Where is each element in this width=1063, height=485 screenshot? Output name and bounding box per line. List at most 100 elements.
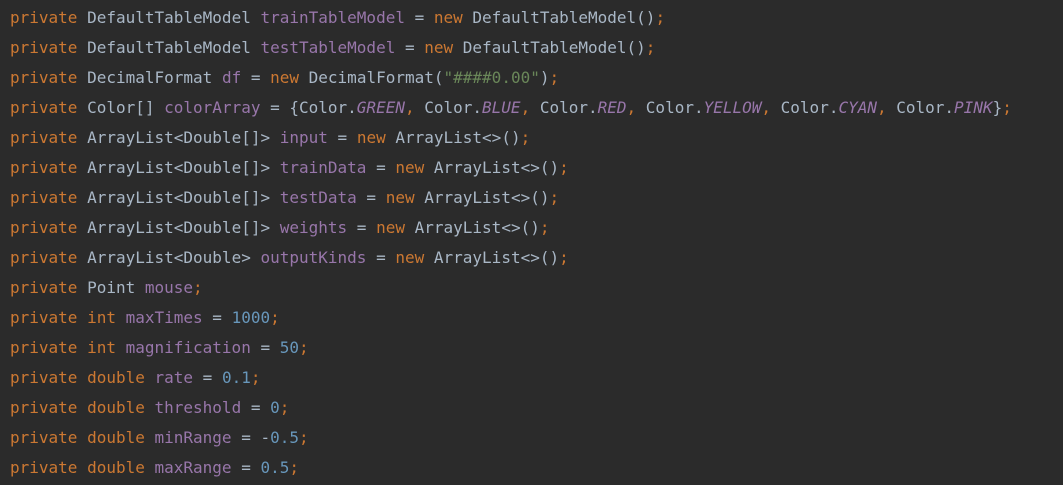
keyword-token: private xyxy=(10,128,78,147)
keyword-token: private int xyxy=(10,308,126,327)
code-text-token: DefaultTableModel xyxy=(77,38,261,57)
code-text-token: = xyxy=(347,218,377,237)
field-name-token: df xyxy=(221,68,242,87)
keyword-token: private double xyxy=(10,368,155,387)
code-line[interactable]: private ArrayList<Double[]> weights = ne… xyxy=(10,213,1063,243)
keyword-token: private xyxy=(10,218,78,237)
code-line[interactable]: private Point mouse; xyxy=(10,273,1063,303)
code-text-token: DecimalFormat xyxy=(77,68,222,87)
field-name-token: input xyxy=(279,128,328,147)
code-text-token: = xyxy=(241,398,271,417)
keyword-token: private double xyxy=(10,398,155,417)
keyword-token: private int xyxy=(10,338,126,357)
code-text-token: DefaultTableModel() xyxy=(453,38,646,57)
code-line[interactable]: private Color[] colorArray = {Color.GREE… xyxy=(10,93,1063,123)
code-text-token: ArrayList<>() xyxy=(385,128,521,147)
field-name-token: maxTimes xyxy=(125,308,203,327)
code-text-token: = xyxy=(250,338,280,357)
static-constant-token: GREEN xyxy=(356,98,405,117)
field-name-token: trainTableModel xyxy=(260,8,405,27)
code-line[interactable]: private double maxRange = 0.5; xyxy=(10,453,1063,483)
code-text-token: DecimalFormat( xyxy=(299,68,444,87)
code-line[interactable]: private int maxTimes = 1000; xyxy=(10,303,1063,333)
field-name-token: threshold xyxy=(154,398,242,417)
code-line[interactable]: private DecimalFormat df = new DecimalFo… xyxy=(10,63,1063,93)
punctuation-token: ; xyxy=(539,218,550,237)
code-line[interactable]: private ArrayList<Double[]> testData = n… xyxy=(10,183,1063,213)
code-text-token: Color. xyxy=(780,98,839,117)
code-text-token: DefaultTableModel() xyxy=(462,8,656,27)
code-line[interactable]: private DefaultTableModel trainTableMode… xyxy=(10,3,1063,33)
number-literal-token: 1000 xyxy=(231,308,271,327)
field-name-token: testData xyxy=(279,188,357,207)
punctuation-token: ; xyxy=(289,458,300,477)
keyword-token: new xyxy=(270,68,300,87)
code-text-token: Point xyxy=(77,278,145,297)
field-name-token: mouse xyxy=(144,278,194,297)
keyword-token: new xyxy=(395,158,425,177)
keyword-token: private xyxy=(10,248,78,267)
punctuation-token: ; xyxy=(250,368,261,387)
punctuation-token: ; xyxy=(193,278,203,297)
code-text-token: = xyxy=(366,248,396,267)
punctuation-token: ; xyxy=(279,398,290,417)
punctuation-token: ; xyxy=(549,188,560,207)
number-literal-token: 0 xyxy=(270,398,280,417)
keyword-token: new xyxy=(356,128,386,147)
punctuation-token: ; xyxy=(645,38,656,57)
code-text-token: ArrayList<Double[]> xyxy=(77,218,280,237)
keyword-token: private xyxy=(10,38,78,57)
punctuation-token: ; xyxy=(559,248,569,267)
punctuation-token: ; xyxy=(299,338,309,357)
code-text-token: = {Color. xyxy=(260,98,357,117)
code-text-token: Color. xyxy=(424,98,483,117)
keyword-token: new xyxy=(395,248,425,267)
code-text-token: DefaultTableModel xyxy=(77,8,261,27)
keyword-token: private xyxy=(10,278,78,297)
number-literal-token: 0.5 xyxy=(260,458,290,477)
keyword-token: private double xyxy=(10,428,155,447)
punctuation-token: ; xyxy=(549,68,560,87)
punctuation-token: , xyxy=(761,98,781,117)
code-text-token: ArrayList<Double[]> xyxy=(77,158,280,177)
code-text-token: Color. xyxy=(645,98,704,117)
code-text-token: ArrayList<Double[]> xyxy=(77,128,280,147)
keyword-token: new xyxy=(424,38,454,57)
code-text-token: = xyxy=(366,158,396,177)
number-literal-token: 50 xyxy=(279,338,299,357)
static-constant-token: BLUE xyxy=(482,98,521,117)
code-text-token: ArrayList<>() xyxy=(424,248,560,267)
static-constant-token: CYAN xyxy=(838,98,877,117)
static-constant-token: RED xyxy=(597,98,627,117)
code-text-token: Color. xyxy=(539,98,598,117)
code-line[interactable]: private ArrayList<Double[]> trainData = … xyxy=(10,153,1063,183)
code-line[interactable]: private double rate = 0.1; xyxy=(10,363,1063,393)
code-line[interactable]: private double minRange = -0.5; xyxy=(10,423,1063,453)
code-text-token: } xyxy=(992,98,1003,117)
keyword-token: new xyxy=(385,188,415,207)
static-constant-token: YELLOW xyxy=(703,98,762,117)
code-editor[interactable]: private DefaultTableModel trainTableMode… xyxy=(0,0,1063,485)
code-line[interactable]: private int magnification = 50; xyxy=(10,333,1063,363)
code-line[interactable]: private ArrayList<Double[]> input = new … xyxy=(10,123,1063,153)
code-line[interactable]: private ArrayList<Double> outputKinds = … xyxy=(10,243,1063,273)
punctuation-token: ; xyxy=(1002,98,1012,117)
string-literal-token: "####0.00" xyxy=(443,68,540,87)
field-name-token: rate xyxy=(154,368,194,387)
code-line[interactable]: private DefaultTableModel testTableModel… xyxy=(10,33,1063,63)
punctuation-token: , xyxy=(404,98,425,117)
number-literal-token: 0.1 xyxy=(221,368,251,387)
field-name-token: outputKinds xyxy=(260,248,367,267)
code-text-token: Color[] xyxy=(77,98,165,117)
code-line[interactable]: private double threshold = 0; xyxy=(10,393,1063,423)
code-text-token: ArrayList<Double[]> xyxy=(77,188,280,207)
keyword-token: private xyxy=(10,188,78,207)
code-text-token: = xyxy=(404,8,434,27)
keyword-token: new xyxy=(433,8,463,27)
punctuation-token: , xyxy=(876,98,897,117)
code-text-token: = xyxy=(193,368,222,387)
static-constant-token: PINK xyxy=(954,98,993,117)
punctuation-token: ; xyxy=(270,308,280,327)
punctuation-token: ; xyxy=(520,128,531,147)
punctuation-token: ; xyxy=(559,158,569,177)
